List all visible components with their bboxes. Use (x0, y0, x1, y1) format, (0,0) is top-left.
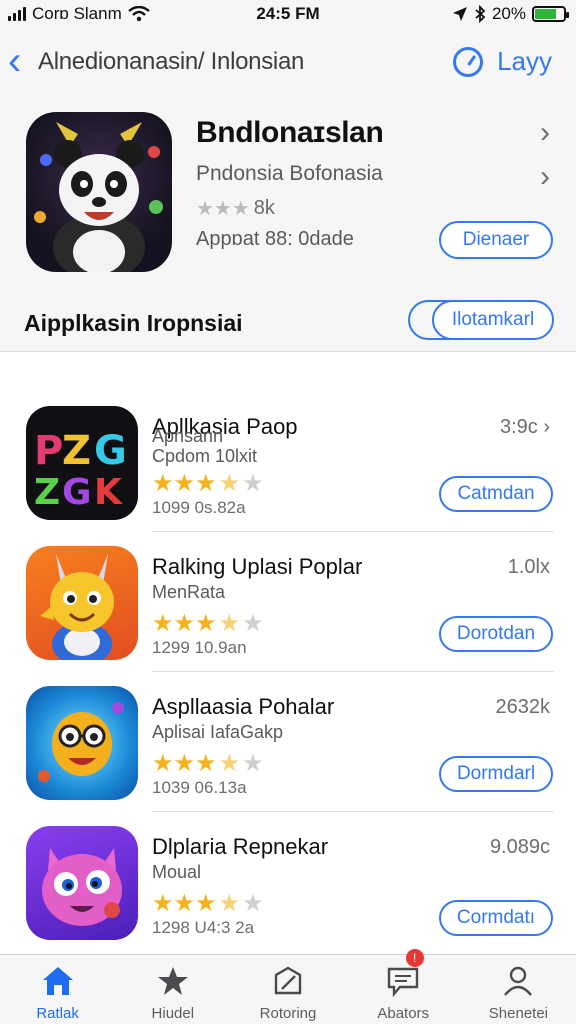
back-button[interactable]: ‹ (8, 39, 22, 83)
featured-get-button[interactable]: Dienaer (439, 221, 553, 259)
panda-icon (34, 122, 163, 272)
section-title: Aipplkasin Iropnsiai (24, 310, 243, 336)
star-rating: ★★★ ★ ★ (152, 890, 264, 917)
app-date: 1298 U4:3 2a (152, 918, 255, 937)
star-icon: ★★★ (196, 198, 250, 220)
chat-icon (388, 967, 419, 997)
status-bar: Corɒ Slanm 24:5 FM 20% (0, 0, 576, 30)
chevron-right-icon[interactable]: › (540, 116, 550, 150)
app-size: 2632k (495, 696, 551, 718)
featured-app-name[interactable]: Bndlonaɪslan (196, 116, 384, 150)
tab-label: Shenetei (488, 1005, 549, 1022)
svg-text:G: G (62, 472, 92, 513)
app-subtitle: Aplisai IafaGakp (152, 722, 284, 742)
pzg-logo-icon: P Z G Z G K (34, 428, 127, 513)
app-size: 9.089c (489, 836, 550, 858)
app-date: 1299 10.9an (152, 638, 247, 657)
star-icon (157, 967, 188, 995)
app-name: Ralking Uplasi Poplar (152, 554, 363, 579)
app-icon[interactable]: P Z G Z G K (26, 406, 138, 520)
nav-title[interactable]: Alnedionanasin/ Inlonsian (38, 48, 304, 76)
app-subtitle: Moual (152, 862, 202, 882)
install-button[interactable]: Dorotdan (439, 616, 553, 652)
svg-text:P: P (34, 428, 63, 474)
tab-reviews[interactable]: Rotoring (230, 955, 345, 1024)
app-size: 3:9c › (499, 416, 550, 438)
app-name: Aspllaasia Pohalar (152, 694, 335, 719)
nav-action[interactable]: Layy (453, 46, 552, 77)
battery-icon (532, 6, 569, 22)
glasses-character-icon (38, 702, 124, 782)
app-icon[interactable] (26, 546, 138, 660)
battery-percent: 20% (491, 4, 526, 23)
tab-updates[interactable]: ! Abators (346, 949, 461, 1024)
app-icon[interactable] (26, 826, 138, 940)
app-subtitle-2: Cpdom 10lxit (152, 446, 258, 466)
chevron-left-icon: ‹ (8, 39, 22, 83)
tab-home[interactable]: Ratlak (0, 955, 115, 1024)
tab-label: Rotoring (259, 1005, 317, 1022)
install-button[interactable]: Catmdan (439, 476, 553, 512)
home-icon (42, 967, 73, 995)
nav-action-label: Layy (497, 46, 552, 76)
star-rating: ★★★ ★ ★ (152, 750, 264, 777)
chevron-right-icon[interactable]: › (540, 160, 550, 194)
tab-featured[interactable]: Hiudel (115, 955, 230, 1024)
list-item[interactable]: Dlplaria Repnekar Moual ★★★ ★ ★ 1298 U4:3 … (0, 812, 576, 952)
svg-text:Z: Z (34, 472, 60, 513)
featured-app-icon[interactable] (26, 112, 172, 272)
featured-section: ‹ Alnedionanasin/ Inlonsian Layy Bndlona… (0, 30, 576, 352)
app-name: Dlplaria Repnekar (152, 834, 329, 859)
app-size: 1.0lx (507, 556, 550, 578)
tab-label: Hiudel (151, 1005, 195, 1022)
chevron-right-icon[interactable]: › (543, 416, 550, 438)
app-subtitle: Apnsann (152, 426, 224, 446)
list-item[interactable]: Aspllaasia Pohalar Aplisai IafaGakp ★★★ ★… (0, 672, 576, 812)
person-icon (504, 966, 533, 996)
monster-character-icon (42, 848, 122, 926)
tab-bar: Ratlak Hiudel Rotoring ! Abators Shenete… (0, 949, 576, 1024)
svg-text:K: K (94, 472, 123, 513)
tab-profile[interactable]: Shenetei (461, 955, 576, 1024)
featured-rating: ★★★ 8k (196, 196, 275, 221)
location-arrow-icon (452, 7, 467, 21)
square-pen-icon (274, 966, 302, 995)
app-icon[interactable] (26, 686, 138, 800)
star-rating: ★★★ ★ ★ (152, 610, 264, 637)
install-button[interactable]: Cormdatı (439, 900, 553, 936)
app-date: 1039 06.13a (152, 778, 247, 797)
star-rating: ★★★ ★ ★ (152, 470, 264, 497)
battery-level (535, 9, 556, 19)
tab-label: Ratlak (36, 1005, 79, 1022)
clock-icon (453, 46, 484, 77)
app-subtitle: MenRata (152, 582, 226, 602)
featured-meta: Appɒat 88: 0dade (196, 228, 354, 250)
list-item[interactable]: P Z G Z G K Apllkasia Paop Apnsann Cpdom… (0, 392, 576, 532)
app-date: 1099 0s.82a (152, 498, 246, 517)
notification-badge: ! (405, 949, 424, 967)
bluetooth-icon (475, 5, 486, 23)
svg-text:Z: Z (62, 428, 91, 474)
rating-count: 8k (253, 197, 275, 219)
featured-app-subtitle: Pndonsia Bofonasia (196, 162, 383, 185)
install-button[interactable]: Dormdarl (439, 756, 553, 792)
list-item[interactable]: Ralking Uplasi Poplar MenRata ★★★ ★ ★ 1299… (0, 532, 576, 672)
svg-text:G: G (94, 428, 127, 474)
section-see-all-button[interactable]: Ilotamkarl (432, 300, 554, 340)
status-right: 20% (452, 4, 569, 24)
bunny-character-icon (40, 554, 114, 660)
tab-label: Abators (377, 1005, 430, 1022)
